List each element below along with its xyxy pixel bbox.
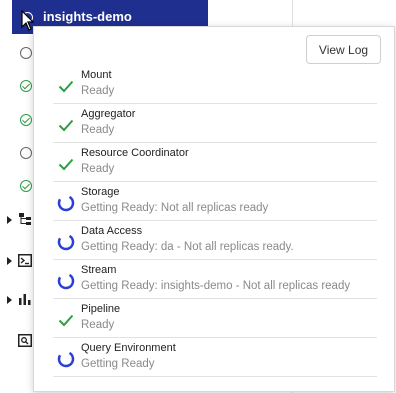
- item-name: Storage: [81, 186, 120, 198]
- status-list-item: Resource Coordinator Ready: [53, 143, 377, 182]
- loading-spinner-icon: [57, 272, 75, 290]
- loading-spinner-icon: [57, 350, 75, 368]
- status-popup: View Log Mount Ready Aggregator Ready Resour…: [33, 26, 395, 392]
- view-log-button[interactable]: View Log: [306, 35, 381, 64]
- item-status: Ready: [81, 85, 115, 97]
- status-circle-icon[interactable]: [20, 47, 32, 59]
- item-name: Query Environment: [81, 342, 176, 354]
- checkmark-icon: [58, 119, 74, 132]
- checkmark-icon: [58, 80, 74, 93]
- status-check-icon[interactable]: [20, 180, 32, 192]
- checkmark-icon: [58, 314, 74, 327]
- status-check-icon[interactable]: [20, 80, 32, 92]
- item-name: Data Access: [81, 225, 143, 237]
- status-list: Mount Ready Aggregator Ready Resource Coordi…: [53, 65, 377, 377]
- sidebar-item-label: insights-demo: [43, 9, 132, 24]
- status-list-item: Aggregator Ready: [53, 104, 377, 143]
- item-name: Resource Coordinator: [81, 147, 189, 159]
- item-name: Stream: [81, 264, 117, 276]
- status-list-item: Stream Getting Ready: insights-demo - Not…: [53, 260, 377, 299]
- status-list-item: Query Environment Getting Ready: [53, 338, 377, 377]
- bar-chart-icon[interactable]: [18, 292, 32, 306]
- item-status: Getting Ready: Not all replicas ready: [81, 202, 269, 214]
- expand-arrow-icon[interactable]: [7, 216, 12, 224]
- terminal-icon[interactable]: [18, 254, 32, 267]
- query-search-icon[interactable]: [18, 334, 32, 347]
- expand-arrow-icon[interactable]: [7, 296, 12, 304]
- status-list-item: Mount Ready: [53, 65, 377, 104]
- loading-spinner-icon: [57, 194, 75, 212]
- loading-spinner-icon: [57, 233, 75, 251]
- expand-arrow-icon[interactable]: [7, 257, 12, 265]
- item-name: Aggregator: [81, 108, 136, 120]
- item-status: Getting Ready: [81, 358, 155, 370]
- hierarchy-icon[interactable]: [18, 212, 32, 226]
- status-list-item: Storage Getting Ready: Not all replicas r…: [53, 182, 377, 221]
- status-list-item: Data Access Getting Ready: da - Not all r…: [53, 221, 377, 260]
- item-status: Ready: [81, 163, 115, 175]
- status-circle-icon[interactable]: [20, 147, 32, 159]
- status-check-icon[interactable]: [20, 114, 32, 126]
- checkmark-icon: [58, 158, 74, 171]
- status-list-item: Pipeline Ready: [53, 299, 377, 338]
- item-status: Getting Ready: insights-demo - Not all r…: [81, 280, 351, 292]
- item-name: Mount: [81, 69, 112, 81]
- item-status: Getting Ready: da - Not all replicas rea…: [81, 241, 294, 253]
- item-status: Ready: [81, 319, 115, 331]
- item-status: Ready: [81, 124, 115, 136]
- item-name: Pipeline: [81, 303, 121, 315]
